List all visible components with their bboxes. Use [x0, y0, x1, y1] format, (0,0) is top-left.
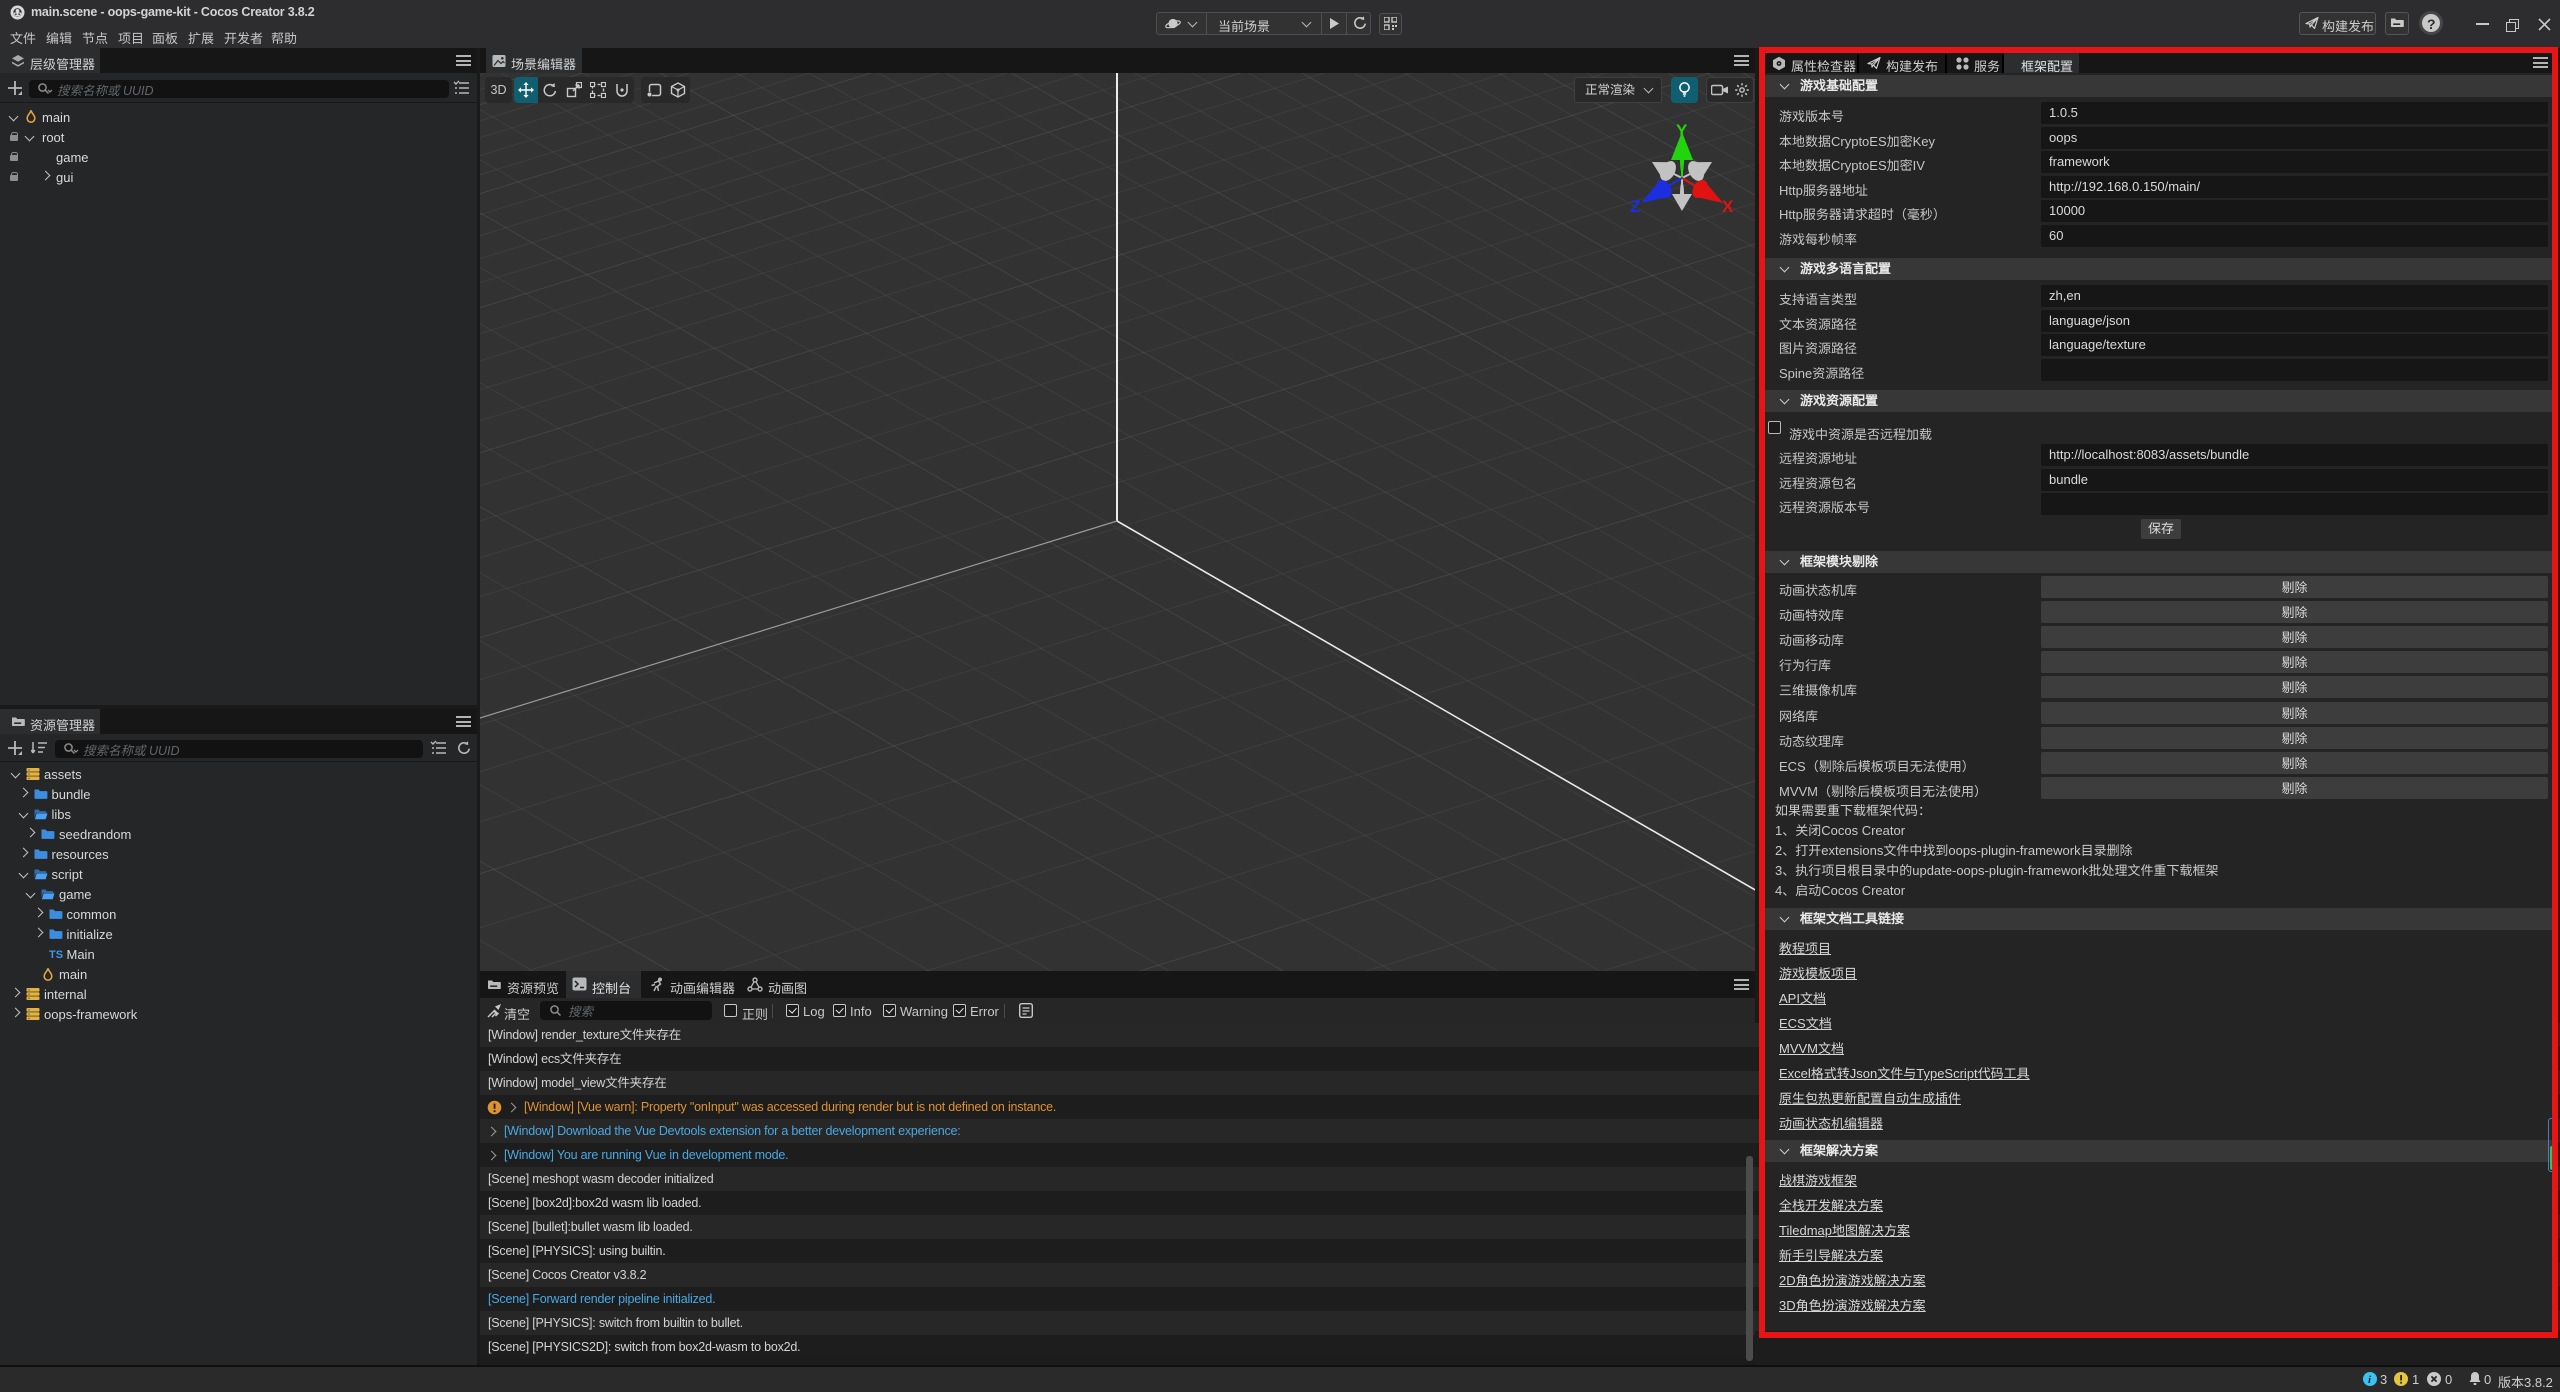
- svg-text:TS: TS: [49, 949, 63, 961]
- svg-text:Z: Z: [1630, 197, 1640, 216]
- svg-text:Y: Y: [1676, 121, 1688, 140]
- svg-text:X: X: [1722, 197, 1734, 216]
